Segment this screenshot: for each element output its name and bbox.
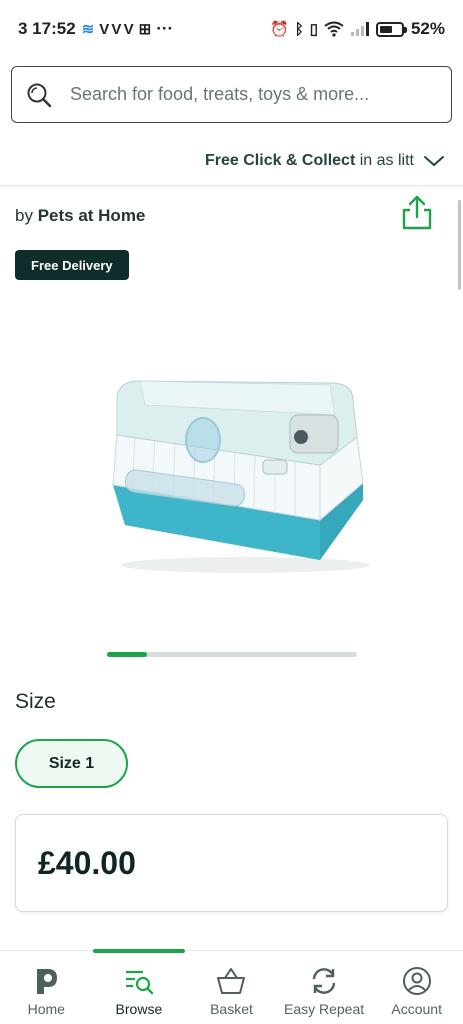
- carousel-progress-fill: [107, 652, 147, 657]
- scrollbar-thumb[interactable]: [458, 200, 461, 290]
- nav-label-basket: Basket: [210, 1001, 253, 1017]
- battery-icon: [375, 21, 407, 37]
- price-card: £40.00: [15, 814, 448, 912]
- more-notifications: ···: [156, 19, 174, 38]
- repeat-icon: [312, 968, 336, 994]
- nav-label-easy-repeat: Easy Repeat: [283, 1001, 365, 1017]
- click-collect-text: Free Click & Collect in as litt: [205, 152, 415, 170]
- cell-signal-icon: [350, 22, 369, 36]
- size-heading: Size: [15, 690, 56, 713]
- product-price: £40.00: [38, 844, 136, 881]
- click-collect-bar[interactable]: Free Click & Collect in as litt: [0, 136, 463, 186]
- search-input[interactable]: Search for food, treats, toys & more...: [11, 66, 452, 123]
- nav-label-home: Home: [27, 1001, 65, 1017]
- alarm-icon: ⏰: [270, 21, 289, 38]
- nav-active-indicator: [92, 949, 186, 953]
- share-icon[interactable]: [400, 195, 434, 231]
- carrier-marks: V V V: [99, 20, 133, 38]
- brand-link[interactable]: Pets at Home: [38, 206, 146, 225]
- carousel-progress: [107, 652, 357, 657]
- app-notification-icon: ⊞: [138, 21, 152, 38]
- brand-line: by Pets at Home: [15, 206, 145, 226]
- vibrate-icon: ▯: [309, 21, 318, 38]
- free-delivery-badge: Free Delivery: [15, 250, 129, 280]
- battery-percent: 52%: [410, 19, 445, 38]
- nav-label-browse: Browse: [115, 1001, 163, 1017]
- click-collect-bold: Free Click & Collect: [205, 151, 356, 169]
- wifi-icon: [324, 21, 344, 37]
- nav-basket[interactable]: Basket: [185, 951, 278, 1024]
- basket-icon: [217, 968, 246, 994]
- nav-easy-repeat[interactable]: Easy Repeat: [278, 951, 371, 1024]
- nav-home[interactable]: Home: [0, 951, 93, 1024]
- bottom-nav: Home Browse Basket Easy Repeat Account: [0, 949, 463, 1024]
- click-collect-rest: in as litt: [355, 151, 414, 169]
- nav-account[interactable]: Account: [370, 951, 463, 1024]
- size-option-chip[interactable]: Size 1: [15, 739, 128, 788]
- pets-logo-icon: [37, 969, 58, 994]
- account-icon: [402, 967, 431, 995]
- brand-prefix: by: [15, 206, 38, 225]
- browse-search-icon: [125, 970, 154, 995]
- status-left: 3 17:52 ≋ V V V ⊞ ···: [18, 19, 173, 39]
- status-right: ⏰ ᛒ ▯ 52%: [270, 19, 445, 39]
- status-bar: 3 17:52 ≋ V V V ⊞ ··· ⏰ ᛒ ▯ 52%: [0, 0, 463, 58]
- bluetooth-icon: ᛒ: [294, 20, 304, 38]
- nav-label-account: Account: [391, 1001, 442, 1017]
- product-image[interactable]: [95, 365, 375, 580]
- search-icon: [27, 83, 52, 107]
- chevron-down-icon[interactable]: [423, 154, 445, 168]
- nav-browse[interactable]: Browse: [92, 949, 186, 1024]
- status-time: 3 17:52: [18, 19, 76, 38]
- search-placeholder: Search for food, treats, toys & more...: [70, 84, 370, 104]
- signal-app-icon: ≋: [81, 21, 95, 38]
